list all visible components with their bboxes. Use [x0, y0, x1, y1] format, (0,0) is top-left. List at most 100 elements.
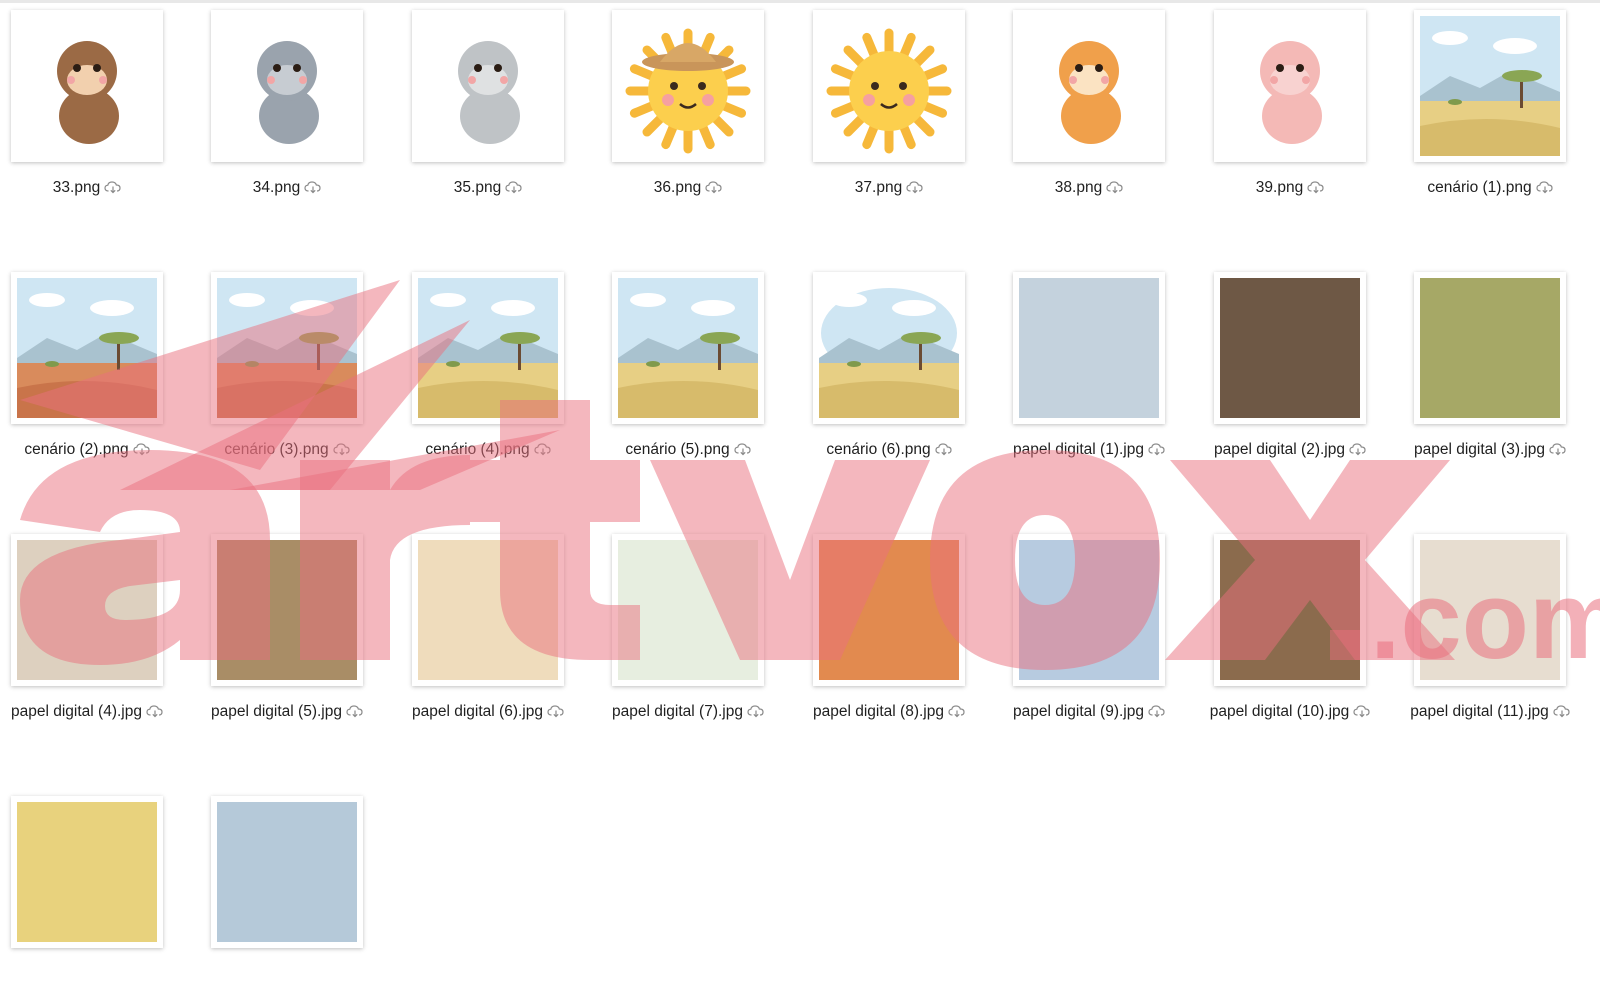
file-name-label[interactable]: 39.png	[1178, 178, 1403, 198]
file-thumbnail[interactable]	[1414, 272, 1566, 424]
file-item[interactable]: cenário (1).png	[1408, 4, 1600, 204]
file-item[interactable]: papel digital (6).jpg	[406, 528, 611, 728]
cloud-download-icon[interactable]	[1148, 704, 1166, 718]
file-thumbnail[interactable]	[612, 534, 764, 686]
file-item[interactable]: papel digital (11).jpg	[1408, 528, 1600, 728]
file-item[interactable]: 34.png	[205, 4, 410, 204]
file-name-label[interactable]: papel digital (6).jpg	[376, 702, 601, 722]
cloud-download-icon[interactable]	[1307, 180, 1325, 194]
cloud-download-icon[interactable]	[1148, 442, 1166, 456]
file-item[interactable]: cenário (4).png	[406, 266, 611, 466]
cloud-download-icon[interactable]	[1549, 442, 1567, 456]
cloud-download-icon[interactable]	[747, 704, 765, 718]
cloud-download-icon[interactable]	[534, 442, 552, 456]
file-thumbnail[interactable]	[211, 534, 363, 686]
file-thumbnail[interactable]	[1414, 534, 1566, 686]
file-thumbnail[interactable]	[612, 272, 764, 424]
cloud-download-icon[interactable]	[146, 704, 164, 718]
file-item[interactable]: papel digital (7).jpg	[606, 528, 811, 728]
cloud-download-icon[interactable]	[906, 180, 924, 194]
file-thumbnail[interactable]	[11, 534, 163, 686]
cloud-download-icon[interactable]	[734, 442, 752, 456]
file-name-label[interactable]: papel digital (8).jpg	[777, 702, 1002, 722]
cloud-download-icon[interactable]	[1106, 180, 1124, 194]
file-name-label[interactable]: cenário (1).png	[1378, 178, 1600, 198]
cloud-download-icon[interactable]	[935, 442, 953, 456]
cloud-download-icon[interactable]	[1353, 704, 1371, 718]
file-thumbnail[interactable]	[1214, 10, 1366, 162]
file-item[interactable]: 38.png	[1007, 4, 1212, 204]
file-item[interactable]: cenário (6).png	[807, 266, 1012, 466]
file-thumbnail[interactable]	[1013, 534, 1165, 686]
file-name-label[interactable]: 34.png	[175, 178, 400, 198]
file-thumbnail[interactable]	[211, 796, 363, 948]
file-name-label[interactable]: papel digital (9).jpg	[977, 702, 1202, 722]
file-name-label[interactable]: papel digital (1).jpg	[977, 440, 1202, 460]
cloud-download-icon[interactable]	[1349, 442, 1367, 456]
file-thumbnail[interactable]	[211, 10, 363, 162]
file-thumbnail[interactable]	[813, 272, 965, 424]
file-item[interactable]: papel digital (4).jpg	[5, 528, 210, 728]
file-name-label[interactable]: cenário (5).png	[576, 440, 801, 460]
file-thumbnail[interactable]	[1013, 272, 1165, 424]
cloud-download-icon[interactable]	[333, 442, 351, 456]
cloud-download-icon[interactable]	[133, 442, 151, 456]
file-name-label[interactable]: cenário (6).png	[777, 440, 1002, 460]
file-thumbnail[interactable]	[211, 272, 363, 424]
file-name-label[interactable]: papel digital (5).jpg	[175, 702, 400, 722]
file-name-label[interactable]: 38.png	[977, 178, 1202, 198]
file-thumbnail[interactable]	[11, 10, 163, 162]
file-name-label[interactable]: 35.png	[376, 178, 601, 198]
file-name-label[interactable]: 33.png	[0, 178, 200, 198]
file-thumbnail[interactable]	[1214, 272, 1366, 424]
file-item[interactable]: papel digital (9).jpg	[1007, 528, 1212, 728]
file-thumbnail[interactable]	[11, 272, 163, 424]
file-name-label[interactable]: papel digital (2).jpg	[1178, 440, 1403, 460]
file-thumbnail[interactable]	[1013, 10, 1165, 162]
file-name-label[interactable]: papel digital (4).jpg	[0, 702, 200, 722]
file-item[interactable]: 36.png	[606, 4, 811, 204]
cloud-download-icon[interactable]	[705, 180, 723, 194]
file-thumbnail[interactable]	[1214, 534, 1366, 686]
cloud-download-icon[interactable]	[547, 704, 565, 718]
file-thumbnail[interactable]	[813, 534, 965, 686]
cloud-download-icon[interactable]	[346, 704, 364, 718]
file-name-label[interactable]: cenário (2).png	[0, 440, 200, 460]
file-name-label[interactable]: cenário (3).png	[175, 440, 400, 460]
file-item[interactable]: cenário (2).png	[5, 266, 210, 466]
file-item[interactable]: 39.png	[1208, 4, 1413, 204]
cloud-download-icon[interactable]	[505, 180, 523, 194]
file-thumbnail[interactable]	[813, 10, 965, 162]
file-item[interactable]	[205, 790, 410, 990]
file-item[interactable]: papel digital (2).jpg	[1208, 266, 1413, 466]
file-item[interactable]: papel digital (5).jpg	[205, 528, 410, 728]
file-name-label[interactable]: cenário (4).png	[376, 440, 601, 460]
file-name-label[interactable]: papel digital (11).jpg	[1378, 702, 1600, 722]
file-item[interactable]: 35.png	[406, 4, 611, 204]
cloud-download-icon[interactable]	[948, 704, 966, 718]
cloud-download-icon[interactable]	[1536, 180, 1554, 194]
file-name-label[interactable]: papel digital (10).jpg	[1178, 702, 1403, 722]
file-name-label[interactable]: papel digital (3).jpg	[1378, 440, 1600, 460]
file-item[interactable]: 33.png	[5, 4, 210, 204]
file-item[interactable]: 37.png	[807, 4, 1012, 204]
file-name-label[interactable]: 36.png	[576, 178, 801, 198]
file-item[interactable]: papel digital (10).jpg	[1208, 528, 1413, 728]
cloud-download-icon[interactable]	[104, 180, 122, 194]
file-thumbnail[interactable]	[412, 534, 564, 686]
file-thumbnail[interactable]	[412, 10, 564, 162]
file-item[interactable]	[5, 790, 210, 990]
file-name-label[interactable]: papel digital (7).jpg	[576, 702, 801, 722]
file-item[interactable]: cenário (5).png	[606, 266, 811, 466]
file-thumbnail[interactable]	[1414, 10, 1566, 162]
cloud-download-icon[interactable]	[304, 180, 322, 194]
file-thumbnail[interactable]	[412, 272, 564, 424]
file-item[interactable]: papel digital (1).jpg	[1007, 266, 1212, 466]
file-item[interactable]: papel digital (8).jpg	[807, 528, 1012, 728]
file-name-label[interactable]: 37.png	[777, 178, 1002, 198]
file-item[interactable]: papel digital (3).jpg	[1408, 266, 1600, 466]
cloud-download-icon[interactable]	[1553, 704, 1571, 718]
file-thumbnail[interactable]	[612, 10, 764, 162]
file-item[interactable]: cenário (3).png	[205, 266, 410, 466]
file-thumbnail[interactable]	[11, 796, 163, 948]
